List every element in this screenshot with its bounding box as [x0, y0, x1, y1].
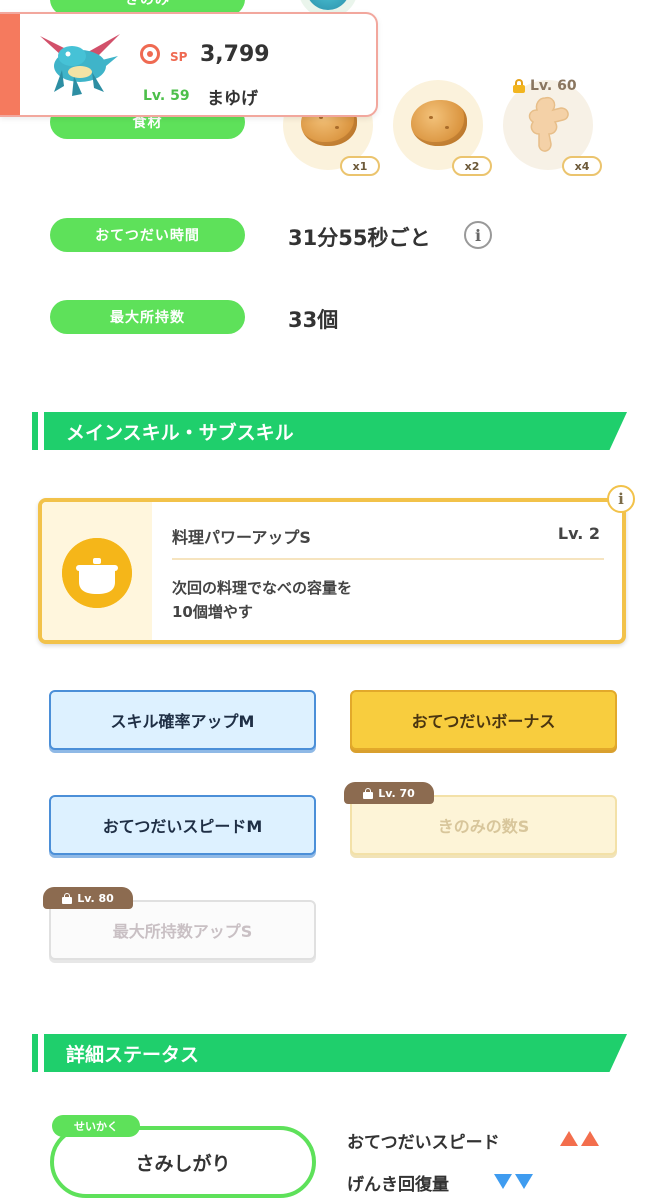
ingredient-qty-1: x1 [340, 156, 380, 176]
main-skill-level: Lv. 2 [557, 524, 600, 543]
nature-effect-up-label: おてつだいスピード [347, 1133, 500, 1153]
nature-tag: せいかく [52, 1115, 140, 1137]
sp-label: SP [170, 50, 188, 64]
pokemon-nickname: まゆげ [207, 89, 258, 109]
description-line-2: 10個増やす [172, 603, 253, 621]
lock-icon [62, 892, 73, 904]
pokemon-header-card: SP 3,799 Lv. 59 まゆげ [0, 12, 378, 117]
info-icon[interactable]: i [464, 221, 492, 249]
nature-effect-down-label: げんき回復量 [347, 1175, 449, 1195]
header-accent-stripe [0, 14, 20, 115]
ingredient-lock: Lv. 60 [512, 78, 577, 94]
sub-skill-5-button[interactable]: 最大所持数アップS [49, 900, 316, 960]
sub-skill-4-button[interactable]: きのみの数S [350, 795, 617, 855]
sub-skill-4-lock-tab: Lv. 70 [344, 782, 434, 804]
ingredient-qty-2: x2 [452, 156, 492, 176]
main-skill-description: 次回の料理でなべの容量を 10個増やす [172, 576, 592, 624]
sub-skill-2-button[interactable]: おてつだいボーナス [350, 690, 617, 750]
main-skill-card[interactable]: 料理パワーアップS Lv. 2 次回の料理でなべの容量を 10個増やす [38, 498, 626, 644]
skill-info-icon[interactable]: i [607, 485, 635, 513]
down-arrows-icon [494, 1174, 533, 1189]
sp-icon [140, 44, 160, 64]
sp-value: 3,799 [200, 42, 270, 67]
up-arrows-icon [560, 1131, 599, 1146]
max-carry-value: 33個 [288, 308, 339, 332]
lock-icon [512, 79, 526, 93]
pokemon-level: Lv. 59 [143, 88, 190, 104]
ingredient-unlock-level: Lv. 60 [530, 78, 577, 94]
sub-skill-4-unlock-level: Lv. 70 [378, 786, 415, 800]
ingredient-qty-3: x4 [562, 156, 602, 176]
description-line-1: 次回の料理でなべの容量を [172, 579, 353, 597]
potato-icon [411, 100, 467, 146]
sub-skill-3-button[interactable]: おてつだいスピードM [49, 795, 316, 855]
sub-skill-5-unlock-level: Lv. 80 [77, 891, 114, 905]
help-time-label: おてつだい時間 [50, 218, 245, 252]
details-section-title: 詳細ステータス [66, 1044, 200, 1066]
sub-skill-5-lock-tab: Lv. 80 [43, 887, 133, 909]
ginger-icon [528, 96, 569, 152]
divider [172, 558, 604, 560]
sub-skill-1-button[interactable]: スキル確率アップM [49, 690, 316, 750]
details-section-header: 詳細ステータス [32, 1034, 627, 1072]
skills-section-header: メインスキル・サブスキル [32, 412, 627, 450]
main-skill-name: 料理パワーアップS [172, 528, 311, 547]
pot-icon [62, 538, 132, 608]
help-time-value: 31分55秒ごと [288, 226, 431, 250]
pokemon-sprite [40, 34, 120, 96]
max-carry-label: 最大所持数 [50, 300, 245, 334]
lock-icon [363, 787, 374, 799]
skills-section-title: メインスキル・サブスキル [66, 422, 294, 444]
